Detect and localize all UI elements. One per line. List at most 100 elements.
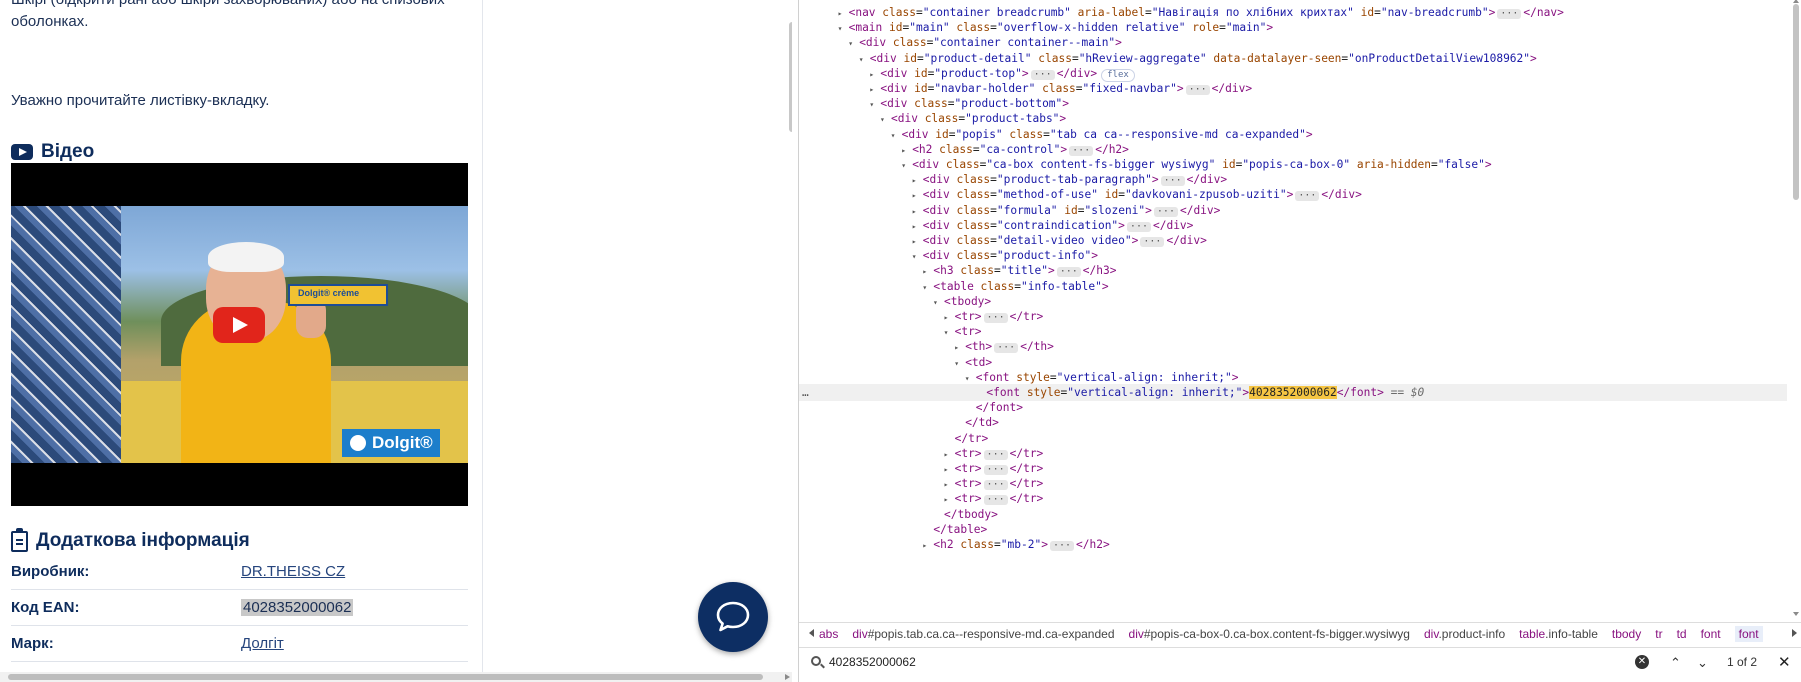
expand-ellipsis-button[interactable]: ···: [983, 313, 1008, 323]
collapse-triangle-icon[interactable]: ▾: [912, 248, 923, 265]
expand-ellipsis-button[interactable]: ···: [1185, 85, 1210, 95]
attr-value-token: "vertical-align: inherit;": [1056, 370, 1232, 384]
next-match-button[interactable]: ⌄: [1697, 655, 1708, 671]
dom-node-line-selected[interactable]: … <font style="vertical-align: inherit;">…: [799, 384, 1787, 401]
info-heading: Додаткова інформація: [11, 527, 250, 552]
breadcrumb-item[interactable]: td: [1677, 626, 1687, 642]
breadcrumb-item[interactable]: tbody: [1612, 626, 1641, 642]
breadcrumb-item[interactable]: div#popis.tab.ca.ca--responsive-md.ca-ex…: [852, 626, 1114, 642]
devtools-scrollbar-thumb[interactable]: [1793, 4, 1799, 200]
collapse-triangle-icon[interactable]: ▾: [954, 355, 965, 372]
attr-value-token: "method-of-use": [996, 188, 1098, 202]
expand-triangle-icon[interactable]: ▸: [922, 537, 933, 554]
video-player[interactable]: Dolgit® crème Dolgit®: [11, 163, 468, 506]
tag-token: </tr>: [1009, 462, 1044, 475]
manufacturer-link[interactable]: DR.THEISS CZ: [241, 563, 345, 580]
attr-value-token: "davkovani-zpusob-uziti": [1124, 188, 1287, 202]
horizontal-scrollbar-thumb[interactable]: [8, 674, 763, 680]
breadcrumb-item[interactable]: div.product-info: [1424, 626, 1505, 642]
find-input[interactable]: 4028352000062: [829, 655, 916, 669]
expand-ellipsis-button[interactable]: ···: [1160, 176, 1185, 187]
info-row-brand: Марк: Долгіт: [11, 626, 468, 662]
scroll-right-arrow-icon[interactable]: [785, 674, 790, 680]
collapse-triangle-icon[interactable]: ▾: [859, 51, 870, 68]
attr-name-token: class: [882, 6, 916, 19]
brand-link[interactable]: Долгіт: [241, 635, 284, 652]
expand-ellipsis-button[interactable]: ···: [983, 495, 1008, 506]
expand-ellipsis-button[interactable]: ···: [983, 480, 1008, 491]
attr-value-token: "nav-breadcrumb": [1380, 6, 1489, 19]
breadcrumb-item[interactable]: font: [1701, 626, 1721, 642]
breadcrumb-item[interactable]: abs: [819, 626, 838, 642]
tag-token: </div>: [1166, 234, 1207, 247]
tag-token: </td>: [965, 416, 999, 430]
info-row-ean: Код EAN: 4028352000062: [11, 590, 468, 626]
tag-token: >: [1047, 264, 1055, 278]
page-horizontal-scrollbar[interactable]: [0, 672, 792, 682]
page-vertical-scrollbar-thumb[interactable]: [789, 22, 792, 132]
collapse-triangle-icon[interactable]: ▾: [848, 35, 859, 52]
expand-ellipsis-button[interactable]: ···: [1049, 541, 1075, 551]
plain-token: =: [990, 188, 997, 202]
collapse-triangle-icon[interactable]: ▾: [838, 20, 849, 37]
tag-token: <div: [880, 97, 915, 111]
collapse-triangle-icon[interactable]: ▾: [880, 111, 891, 128]
tag-token: <table: [933, 279, 981, 293]
plain-token: =: [990, 234, 997, 247]
more-options-icon[interactable]: …: [802, 384, 809, 401]
scroll-down-arrow-icon[interactable]: [1793, 612, 1799, 616]
breadcrumb-selector: .product-info: [1438, 627, 1506, 641]
expand-ellipsis-button[interactable]: ···: [1153, 206, 1178, 217]
collapse-triangle-icon[interactable]: ▾: [933, 294, 944, 311]
expand-ellipsis-button[interactable]: ···: [1295, 191, 1320, 202]
tag-token: </th>: [1020, 340, 1054, 354]
chat-button[interactable]: [698, 582, 768, 652]
attr-value-token: "info-table": [1020, 279, 1102, 293]
previous-match-button[interactable]: ⌃: [1670, 655, 1681, 671]
breadcrumb-tag: div: [852, 627, 868, 641]
brand-logo-text: Dolgit®: [372, 433, 433, 452]
devtools-vertical-scrollbar[interactable]: [1791, 0, 1801, 622]
play-button[interactable]: [213, 307, 265, 343]
expand-ellipsis-button[interactable]: ···: [1030, 69, 1055, 80]
collapse-triangle-icon[interactable]: ▾: [901, 157, 912, 174]
elements-dom-tree[interactable]: ▸ <nav class="container breadcrumb" aria-…: [799, 0, 1792, 622]
tag-token: >: [1231, 370, 1239, 384]
attr-name-token: style: [1026, 386, 1061, 399]
expand-ellipsis-button[interactable]: ···: [1497, 9, 1522, 19]
tag-token: </tbody>: [944, 507, 998, 521]
collapse-triangle-icon[interactable]: ▾: [944, 324, 955, 341]
breadcrumb-tag: div: [1423, 627, 1439, 641]
breadcrumb-item[interactable]: font: [1734, 626, 1763, 642]
expand-ellipsis-button[interactable]: ···: [1126, 221, 1151, 232]
attr-name-token: id: [1222, 158, 1236, 171]
close-find-button[interactable]: ✕: [1778, 653, 1791, 671]
expand-ellipsis-button[interactable]: ···: [983, 465, 1008, 475]
search-icon: [811, 656, 821, 666]
attr-value-token: "product-tab-paragraph": [996, 173, 1152, 187]
breadcrumb-left-arrow-icon[interactable]: [809, 629, 814, 637]
breadcrumb-item[interactable]: div#popis-ca-box-0.ca-box.content-fs-big…: [1129, 626, 1410, 642]
dom-node-line[interactable]: ▸ <h2 class="mb-2"> ··· </h2>: [922, 536, 1110, 554]
breadcrumb-item[interactable]: table.info-table: [1519, 626, 1598, 642]
attr-name-token: class: [892, 36, 927, 50]
plain-token: =: [990, 173, 997, 187]
scroll-up-arrow-icon[interactable]: [1793, 0, 1799, 3]
breadcrumb-item[interactable]: tr: [1655, 626, 1662, 642]
collapse-triangle-icon[interactable]: ▾: [869, 96, 880, 113]
tag-token: >: [1131, 234, 1139, 247]
tag-token: <div: [891, 112, 925, 126]
expand-ellipsis-button[interactable]: ···: [994, 343, 1019, 354]
tag-token: <tr>: [954, 310, 982, 323]
expand-ellipsis-button[interactable]: ···: [1140, 237, 1165, 247]
attr-name-token: style: [1016, 370, 1050, 384]
breadcrumb-right-arrow-icon[interactable]: [1792, 629, 1797, 637]
expand-ellipsis-button[interactable]: ···: [1069, 145, 1094, 156]
clear-search-button[interactable]: ✕: [1635, 655, 1649, 669]
attr-name-token: id: [914, 82, 928, 95]
collapse-triangle-icon[interactable]: ▾: [922, 279, 933, 296]
collapse-triangle-icon[interactable]: ▾: [891, 127, 902, 144]
expand-ellipsis-button[interactable]: ···: [1056, 267, 1081, 278]
expand-ellipsis-button[interactable]: ···: [983, 449, 1008, 460]
